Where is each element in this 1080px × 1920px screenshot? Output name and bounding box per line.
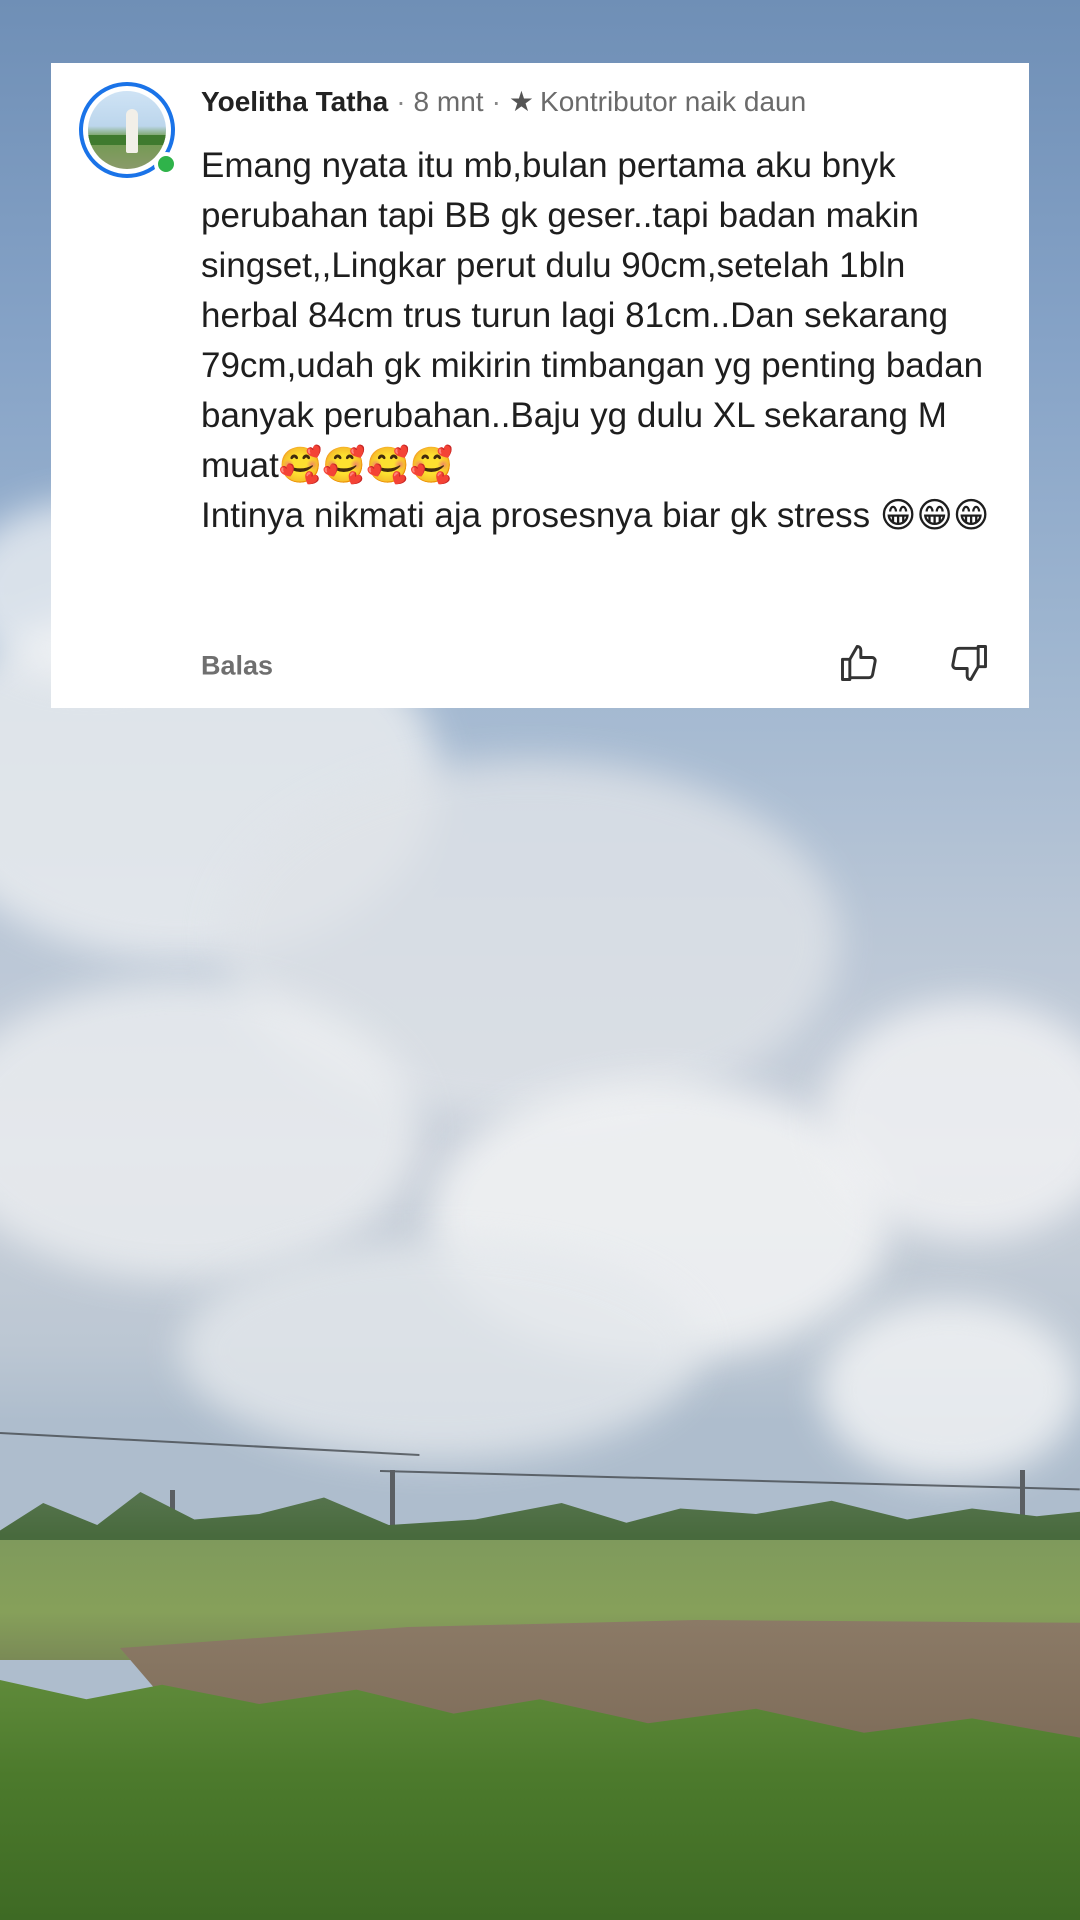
online-status-dot xyxy=(154,152,178,176)
reply-button[interactable]: Balas xyxy=(201,651,273,682)
dislike-button[interactable] xyxy=(947,641,991,685)
author-name[interactable]: Yoelitha Tatha xyxy=(201,86,388,118)
comment-time: 8 mnt xyxy=(413,85,484,117)
avatar-image xyxy=(88,91,166,169)
like-button[interactable] xyxy=(837,641,881,685)
comment-card: Yoelitha Tatha · 8 mnt · ★ Kontributor n… xyxy=(51,63,1029,708)
meta-separator: · xyxy=(491,85,501,117)
contributor-badge: Kontributor naik daun xyxy=(540,85,807,117)
star-icon: ★ xyxy=(508,86,535,117)
avatar[interactable] xyxy=(79,82,178,178)
comment-meta: Yoelitha Tatha · 8 mnt · ★ Kontributor n… xyxy=(201,85,806,118)
thumbs-down-icon xyxy=(951,645,987,681)
meta-separator: · xyxy=(396,85,406,117)
comment-text: Emang nyata itu mb,bulan pertama aku bny… xyxy=(201,146,990,535)
thumbs-up-icon xyxy=(841,645,877,681)
